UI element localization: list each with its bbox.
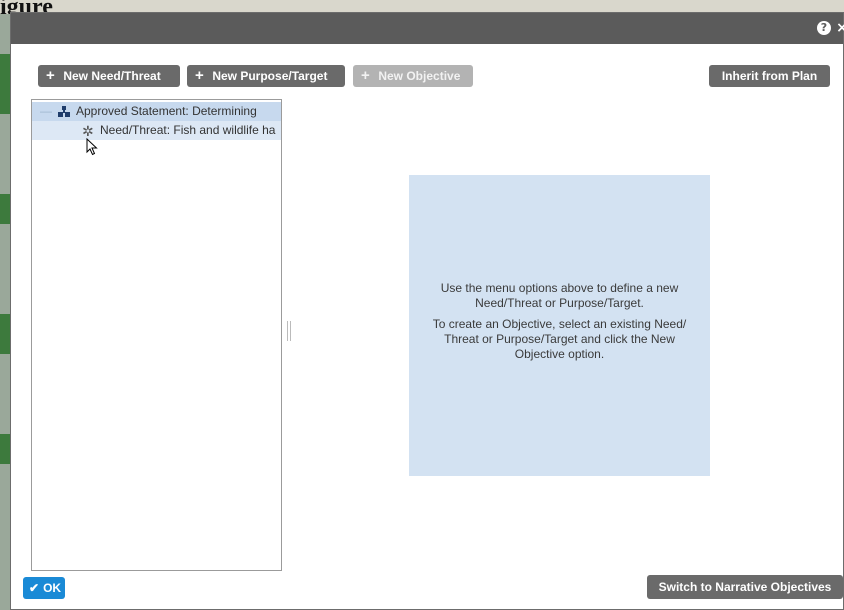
tree-item-label: Approved Statement: Determining	[76, 104, 257, 118]
collapse-icon[interactable]: —	[40, 102, 52, 121]
new-objective-label: New Objective	[378, 69, 461, 83]
new-need-threat-label: New Need/Threat	[63, 69, 161, 83]
plus-icon: +	[361, 67, 370, 84]
backdrop-left-strip	[0, 14, 10, 610]
plus-icon: +	[195, 67, 204, 84]
new-need-threat-button[interactable]: + New Need/Threat	[38, 65, 180, 87]
objectives-dialog: ? × + New Need/Threat + New Purpose/Targ…	[10, 12, 844, 610]
new-purpose-target-button[interactable]: + New Purpose/Target	[187, 65, 345, 87]
empty-state-message: Use the menu options above to define a n…	[409, 175, 710, 476]
tree-item-label: Need/Threat: Fish and wildlife ha	[100, 123, 276, 137]
check-icon: ✔	[29, 581, 40, 595]
help-icon[interactable]: ?	[817, 21, 831, 35]
org-chart-icon	[58, 106, 70, 117]
ok-button[interactable]: ✔ OK	[23, 577, 65, 599]
close-icon[interactable]: ×	[835, 21, 844, 35]
tree-item-approved-statement[interactable]: — Approved Statement: Determining	[32, 102, 281, 121]
dialog-titlebar: ? ×	[11, 13, 844, 44]
mouse-cursor-icon	[86, 138, 98, 156]
ok-label: OK	[43, 581, 62, 595]
objectives-tree: — Approved Statement: Determining ✲ Need…	[31, 99, 282, 571]
tree-item-need-threat[interactable]: ✲ Need/Threat: Fish and wildlife ha	[32, 121, 281, 140]
panel-splitter[interactable]	[287, 321, 291, 341]
new-purpose-target-label: New Purpose/Target	[212, 69, 328, 83]
new-objective-button[interactable]: + New Objective	[353, 65, 473, 87]
switch-to-narrative-button[interactable]: Switch to Narrative Objectives	[647, 575, 843, 599]
plus-icon: +	[46, 67, 55, 84]
info-line-define: Use the menu options above to define a n…	[440, 281, 679, 310]
inherit-from-plan-button[interactable]: Inherit from Plan	[709, 65, 830, 87]
info-line-create: To create an Objective, select an existi…	[432, 317, 687, 361]
